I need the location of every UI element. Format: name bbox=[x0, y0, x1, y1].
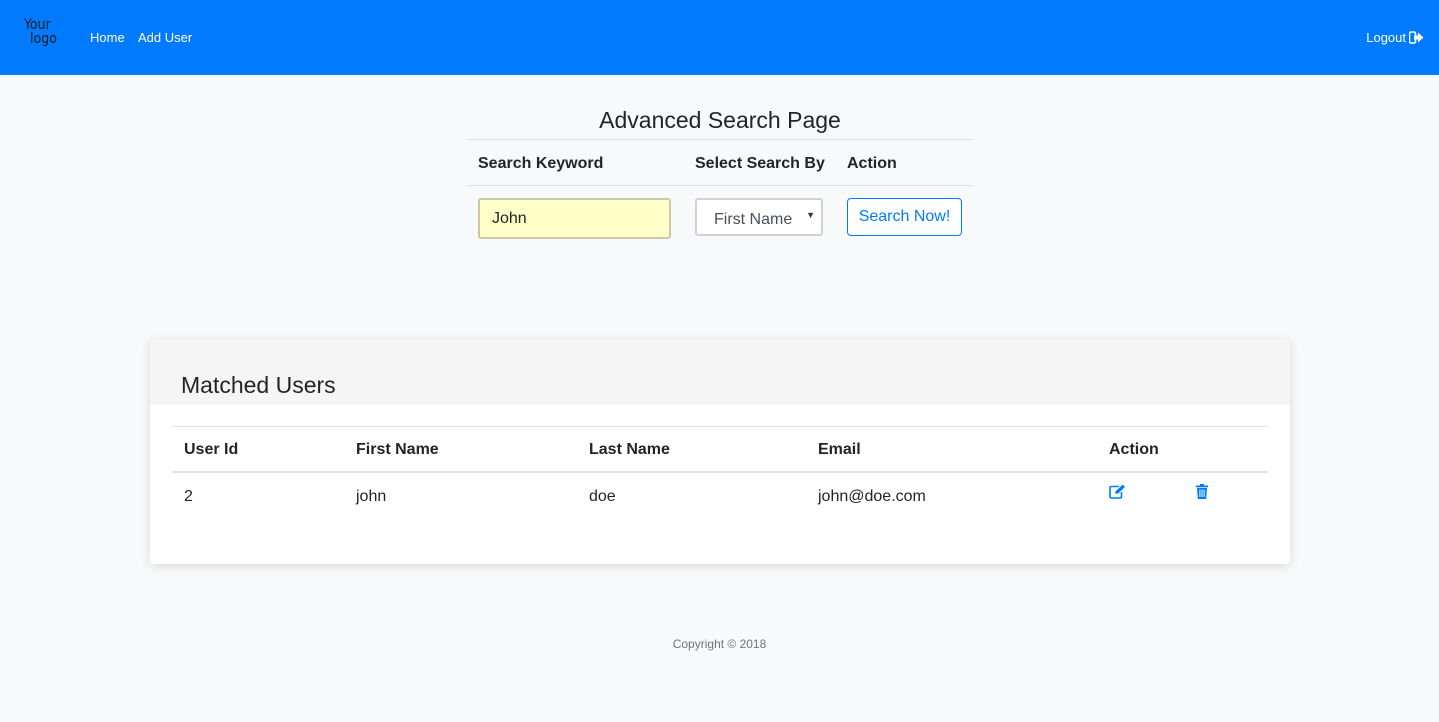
delete-user-button[interactable] bbox=[1196, 484, 1208, 504]
cell-first-name: john bbox=[356, 488, 387, 505]
search-form-table: Search Keyword Select Search By Action F… bbox=[467, 139, 973, 259]
divider bbox=[467, 185, 973, 186]
search-by-select[interactable]: First Name ▼ bbox=[695, 198, 823, 236]
header-action: Action bbox=[847, 155, 897, 172]
nav-add-user-link[interactable]: Add User bbox=[138, 30, 192, 45]
column-header-last-name: Last Name bbox=[589, 441, 670, 458]
page-title: Advanced Search Page bbox=[599, 107, 841, 133]
logout-label: Logout bbox=[1366, 30, 1406, 45]
search-by-selected-value: First Name bbox=[714, 211, 793, 228]
divider bbox=[172, 471, 1268, 473]
cell-last-name: doe bbox=[589, 488, 616, 505]
nav-home-link[interactable]: Home bbox=[90, 30, 125, 45]
header-select-search-by: Select Search By bbox=[695, 155, 825, 172]
divider bbox=[172, 426, 1268, 427]
chevron-down-icon: ▼ bbox=[806, 210, 815, 220]
column-header-first-name: First Name bbox=[356, 441, 439, 458]
card-header: Matched Users bbox=[150, 339, 1290, 405]
matched-users-card: Matched Users User Id First Name Last Na… bbox=[150, 339, 1290, 564]
card-title: Matched Users bbox=[181, 372, 336, 398]
trash-icon bbox=[1196, 484, 1208, 499]
sign-out-icon bbox=[1409, 31, 1424, 44]
cell-user-id: 2 bbox=[184, 488, 193, 505]
logo[interactable]: Your logo bbox=[24, 18, 60, 54]
column-header-user-id: User Id bbox=[184, 441, 239, 458]
header-search-keyword: Search Keyword bbox=[478, 155, 604, 172]
navbar: Your logo Home Add User Logout bbox=[0, 0, 1439, 75]
divider bbox=[467, 139, 973, 140]
cell-email: john@doe.com bbox=[818, 488, 926, 505]
edit-user-button[interactable] bbox=[1109, 484, 1126, 504]
logo-line-2: logo bbox=[30, 31, 57, 47]
search-keyword-input[interactable] bbox=[478, 198, 671, 239]
search-now-button[interactable]: Search Now! bbox=[847, 198, 962, 236]
logo-line-1: Your bbox=[24, 17, 51, 33]
footer-copyright: Copyright © 2018 bbox=[672, 637, 767, 651]
logout-link[interactable]: Logout bbox=[1366, 30, 1424, 45]
column-header-email: Email bbox=[818, 441, 861, 458]
edit-icon bbox=[1109, 484, 1125, 499]
column-header-action: Action bbox=[1109, 441, 1159, 458]
